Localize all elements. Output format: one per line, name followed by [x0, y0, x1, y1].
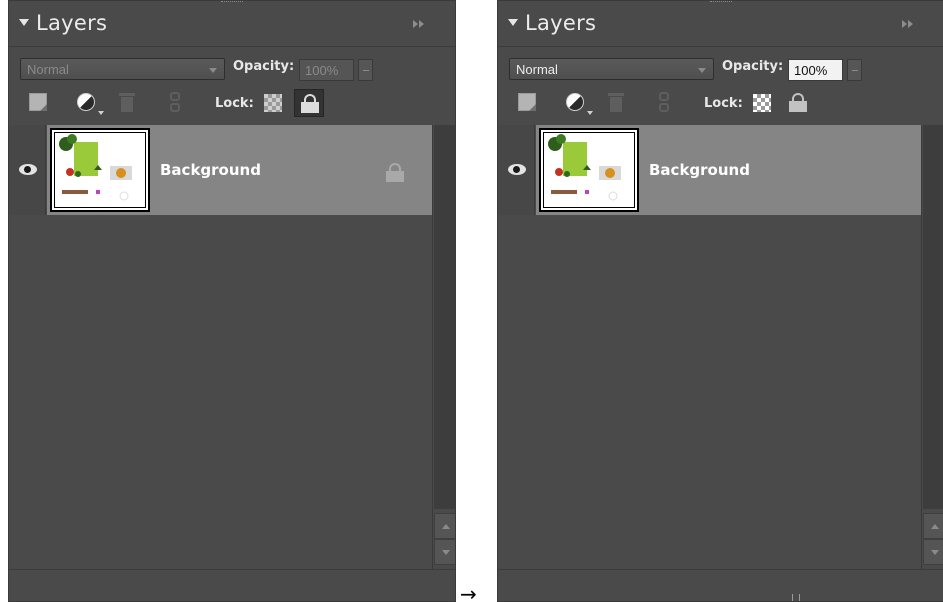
eye-icon [19, 164, 37, 175]
new-layer-icon[interactable] [29, 93, 47, 111]
trash-icon[interactable] [119, 93, 135, 113]
layers-panel-after: Layers Normal Opacity: 100% Lock: Backgr… [497, 0, 943, 602]
layers-list: Background [498, 125, 921, 569]
panel-title: Layers [36, 11, 108, 35]
layer-name: Background [649, 161, 750, 179]
scroll-track[interactable] [434, 125, 455, 509]
link-icon[interactable] [170, 92, 180, 114]
layer-row[interactable]: Background [9, 125, 432, 215]
adjustment-layer-icon[interactable] [77, 93, 95, 111]
scroll-up-button[interactable] [923, 513, 943, 539]
lock-label: Lock: [704, 96, 743, 111]
link-icon[interactable] [659, 92, 669, 114]
layers-list: Background [9, 125, 432, 569]
vertical-scrollbar[interactable] [921, 125, 943, 569]
opacity-label: Opacity: [233, 59, 295, 74]
thumbnail-image [59, 134, 132, 201]
layers-panel-before: Layers Normal Opacity: 100% Lock: Backgr… [8, 0, 456, 602]
opacity-slider-button[interactable] [358, 59, 373, 81]
visibility-toggle[interactable] [9, 125, 46, 215]
lock-all-button[interactable] [294, 89, 324, 117]
eye-icon [508, 164, 526, 175]
chevron-down-icon [587, 111, 593, 115]
collapse-triangle-icon[interactable] [19, 19, 29, 26]
chevron-down-icon [209, 68, 217, 73]
panel-header: Layers [9, 1, 455, 47]
layer-lock-icon [386, 163, 404, 182]
blend-mode-value: Normal [516, 62, 558, 77]
blend-mode-value: Normal [27, 62, 69, 77]
scroll-down-button[interactable] [434, 539, 455, 565]
visibility-toggle[interactable] [498, 125, 535, 215]
layer-row-body[interactable]: Background [47, 125, 432, 215]
panel-footer [498, 569, 943, 601]
lock-transparent-icon[interactable] [753, 94, 771, 112]
lock-label: Lock: [215, 96, 254, 111]
scroll-up-button[interactable] [434, 513, 455, 539]
adjustment-layer-icon[interactable] [566, 93, 584, 111]
panel-title: Layers [525, 11, 597, 35]
chevron-down-icon [698, 68, 706, 73]
new-layer-icon[interactable] [518, 93, 536, 111]
opacity-field[interactable]: 100% [788, 59, 843, 81]
blend-mode-dropdown[interactable]: Normal [20, 58, 225, 80]
layer-thumbnail [539, 128, 639, 212]
panel-menu-icon[interactable] [413, 20, 429, 29]
trash-icon[interactable] [608, 93, 624, 113]
opacity-field[interactable]: 100% [299, 59, 354, 81]
panel-header: Layers [498, 1, 943, 47]
panel-footer [9, 569, 455, 601]
resize-grip-icon[interactable] [792, 594, 800, 601]
layer-row-body[interactable]: Background [536, 125, 921, 215]
lock-transparent-icon[interactable] [264, 94, 282, 112]
lock-all-button[interactable] [783, 89, 813, 117]
chevron-down-icon [98, 111, 104, 115]
panel-menu-icon[interactable] [902, 20, 918, 29]
scroll-track[interactable] [923, 125, 943, 509]
transition-arrow: → [460, 582, 477, 602]
layer-thumbnail [50, 128, 150, 212]
opacity-label: Opacity: [722, 59, 784, 74]
vertical-scrollbar[interactable] [432, 125, 455, 569]
scroll-down-button[interactable] [923, 539, 943, 565]
layer-row[interactable]: Background [498, 125, 921, 215]
opacity-slider-button[interactable] [847, 59, 862, 81]
thumbnail-image [548, 134, 621, 201]
layer-name: Background [160, 161, 261, 179]
blend-mode-dropdown[interactable]: Normal [509, 58, 714, 80]
collapse-triangle-icon[interactable] [508, 19, 518, 26]
